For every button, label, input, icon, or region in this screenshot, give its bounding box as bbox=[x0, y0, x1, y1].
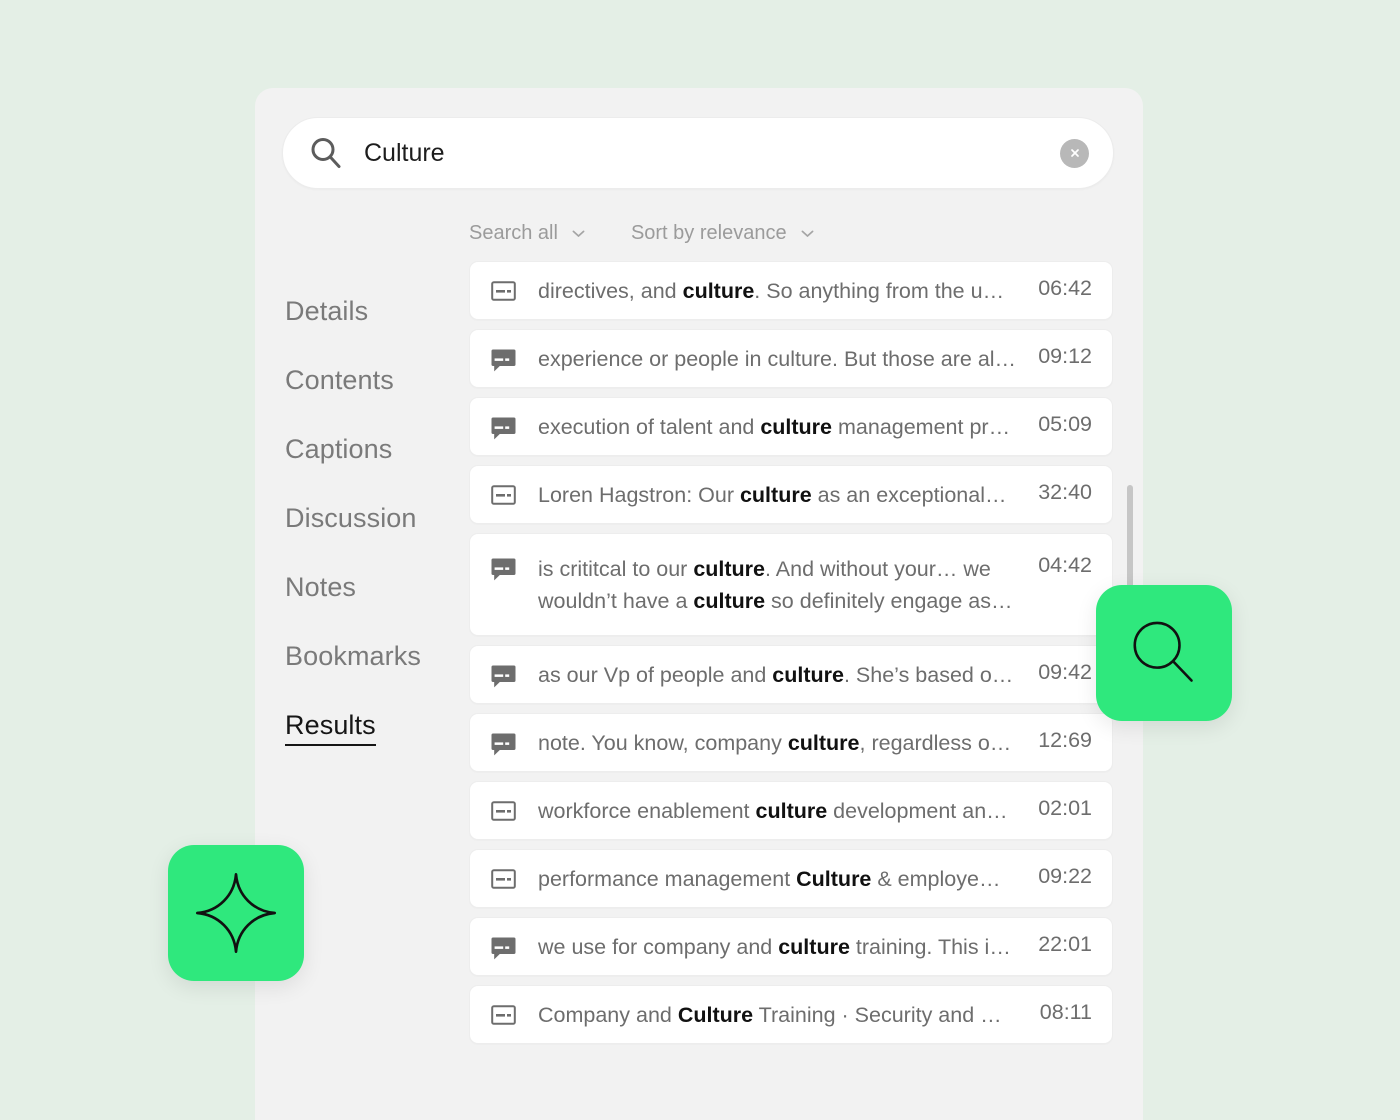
caption-icon bbox=[491, 869, 516, 889]
results-column: Search all Sort by relevance directives,… bbox=[437, 213, 1143, 1120]
transcript-icon bbox=[491, 665, 516, 688]
search-input[interactable] bbox=[364, 138, 1060, 168]
result-row[interactable]: note. You know, company culture, regardl… bbox=[469, 713, 1113, 772]
result-row-text: experience or people in culture. But tho… bbox=[538, 347, 1017, 371]
transcript-icon bbox=[491, 349, 516, 372]
caption-icon bbox=[491, 1005, 516, 1025]
result-row-timestamp: 02:01 bbox=[1038, 796, 1092, 820]
result-row-timestamp: 06:42 bbox=[1038, 276, 1092, 300]
result-row-timestamp: 32:40 bbox=[1038, 480, 1092, 504]
transcript-icon bbox=[491, 558, 516, 581]
transcript-icon bbox=[491, 937, 516, 960]
result-row-timestamp: 09:42 bbox=[1038, 660, 1092, 684]
transcript-icon bbox=[491, 733, 516, 756]
result-row-timestamp: 22:01 bbox=[1038, 932, 1092, 956]
close-icon bbox=[1070, 149, 1079, 157]
result-row-timestamp: 04:42 bbox=[1038, 553, 1092, 577]
search-icon bbox=[1133, 621, 1193, 682]
result-row-timestamp: 08:11 bbox=[1039, 1000, 1092, 1024]
result-row-text: is crititcal to our culture. And without… bbox=[538, 557, 1013, 613]
content-area: Details Contents Captions Discussion Notes Bo… bbox=[255, 213, 1143, 1120]
filter-sort-label: Sort by relevance bbox=[630, 221, 787, 244]
result-row[interactable]: execution of talent and culture manageme… bbox=[469, 397, 1113, 456]
caption-icon bbox=[491, 801, 516, 821]
filter-row: Search all Sort by relevance bbox=[437, 213, 1113, 253]
search-tile[interactable] bbox=[1096, 585, 1232, 721]
search-icon bbox=[311, 138, 341, 168]
sidebar-nav: Details Contents Captions Discussion Notes Bo… bbox=[255, 213, 437, 1120]
result-row[interactable]: Company and Culture Training · Security … bbox=[469, 985, 1113, 1044]
result-row[interactable]: is crititcal to our culture. And without… bbox=[469, 533, 1113, 636]
caption-icon bbox=[491, 281, 516, 301]
result-row-text: directives, and culture. So anything fro… bbox=[538, 279, 1005, 303]
caption-icon bbox=[491, 869, 516, 889]
caption-icon bbox=[491, 485, 516, 505]
result-row-text: performance management Culture & employe… bbox=[538, 867, 1001, 891]
filter-scope-dropdown[interactable]: Search all bbox=[469, 222, 587, 245]
filter-scope-label: Search all bbox=[469, 221, 558, 244]
transcript-icon bbox=[491, 349, 516, 372]
result-row-timestamp: 05:09 bbox=[1038, 412, 1092, 436]
result-row[interactable]: directives, and culture. So anything fro… bbox=[469, 261, 1113, 320]
result-row-text: Loren Hagstron: Our culture as an except… bbox=[538, 483, 1007, 507]
transcript-icon bbox=[491, 558, 516, 581]
caption-icon bbox=[491, 1005, 516, 1025]
transcript-icon bbox=[491, 417, 516, 440]
result-row-text: execution of talent and culture manageme… bbox=[538, 415, 1011, 439]
result-row[interactable]: we use for company and culture training.… bbox=[469, 917, 1113, 976]
sidebar-item-captions[interactable]: Captions bbox=[285, 434, 392, 465]
transcript-icon bbox=[491, 665, 516, 688]
transcript-icon bbox=[491, 937, 516, 960]
result-row-text: workforce enablement culture development… bbox=[538, 799, 1008, 823]
caption-icon bbox=[491, 485, 516, 505]
filter-sort-dropdown[interactable]: Sort by relevance bbox=[631, 222, 816, 245]
chevron-down-icon bbox=[572, 230, 585, 237]
search-panel: Details Contents Captions Discussion Notes Bo… bbox=[255, 88, 1143, 1120]
result-row[interactable]: experience or people in culture. But tho… bbox=[469, 329, 1113, 388]
sidebar-item-details[interactable]: Details bbox=[285, 296, 368, 327]
result-row[interactable]: as our Vp of people and culture. She’s b… bbox=[469, 645, 1113, 704]
result-row-timestamp: 12:69 bbox=[1038, 728, 1092, 752]
results-scrollbar[interactable] bbox=[1127, 485, 1133, 1120]
sidebar-item-discussion[interactable]: Discussion bbox=[285, 503, 417, 534]
result-row-text: we use for company and culture training.… bbox=[538, 935, 1011, 959]
result-row-timestamp: 09:12 bbox=[1038, 344, 1092, 368]
sidebar-item-bookmarks[interactable]: Bookmarks bbox=[285, 641, 421, 672]
results-list[interactable]: directives, and culture. So anything fro… bbox=[469, 261, 1113, 1120]
sparkle-icon bbox=[195, 872, 277, 954]
transcript-icon bbox=[491, 733, 516, 756]
result-row-text: note. You know, company culture, regardl… bbox=[538, 731, 1012, 755]
caption-icon bbox=[491, 281, 516, 301]
chevron-down-icon bbox=[801, 230, 814, 237]
search-bar[interactable] bbox=[282, 117, 1114, 189]
clear-search-button[interactable] bbox=[1060, 138, 1089, 168]
caption-icon bbox=[491, 801, 516, 821]
result-row-text: Company and Culture Training · Security … bbox=[538, 1003, 1002, 1027]
sidebar-item-results[interactable]: Results bbox=[285, 710, 376, 746]
result-row-timestamp: 09:22 bbox=[1038, 864, 1092, 888]
sparkle-tile[interactable] bbox=[168, 845, 304, 981]
result-row[interactable]: Loren Hagstron: Our culture as an except… bbox=[469, 465, 1113, 524]
sidebar-item-notes[interactable]: Notes bbox=[285, 572, 356, 603]
result-row-text: as our Vp of people and culture. She’s b… bbox=[538, 663, 1014, 687]
transcript-icon bbox=[491, 417, 516, 440]
sidebar-item-contents[interactable]: Contents bbox=[285, 365, 394, 396]
result-row[interactable]: performance management Culture & employe… bbox=[469, 849, 1113, 908]
result-row[interactable]: workforce enablement culture development… bbox=[469, 781, 1113, 840]
